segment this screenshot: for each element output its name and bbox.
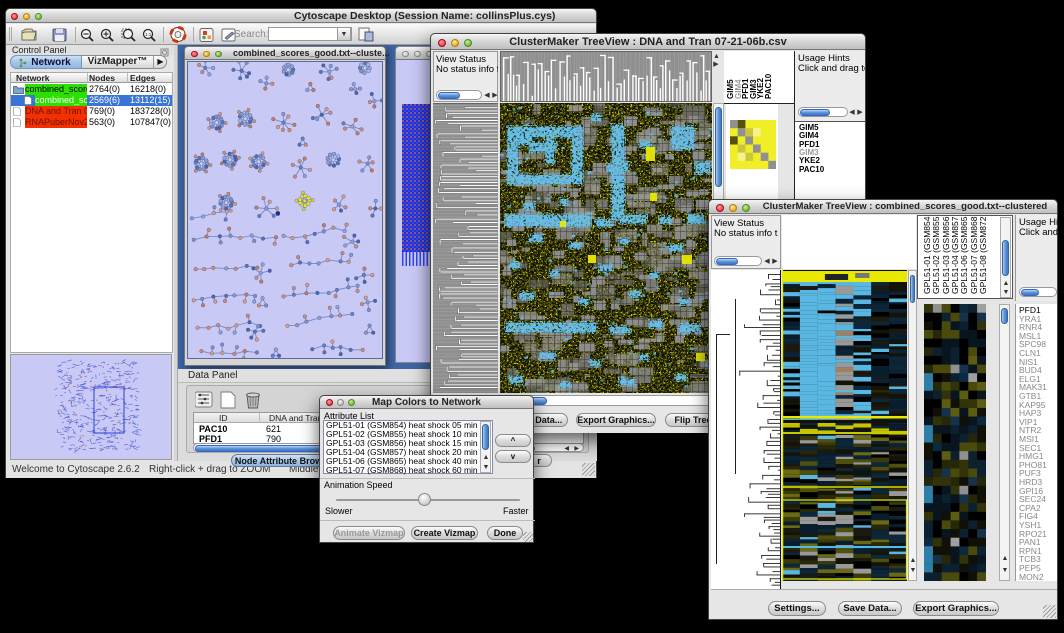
svg-text:1:1: 1:1	[145, 32, 152, 37]
